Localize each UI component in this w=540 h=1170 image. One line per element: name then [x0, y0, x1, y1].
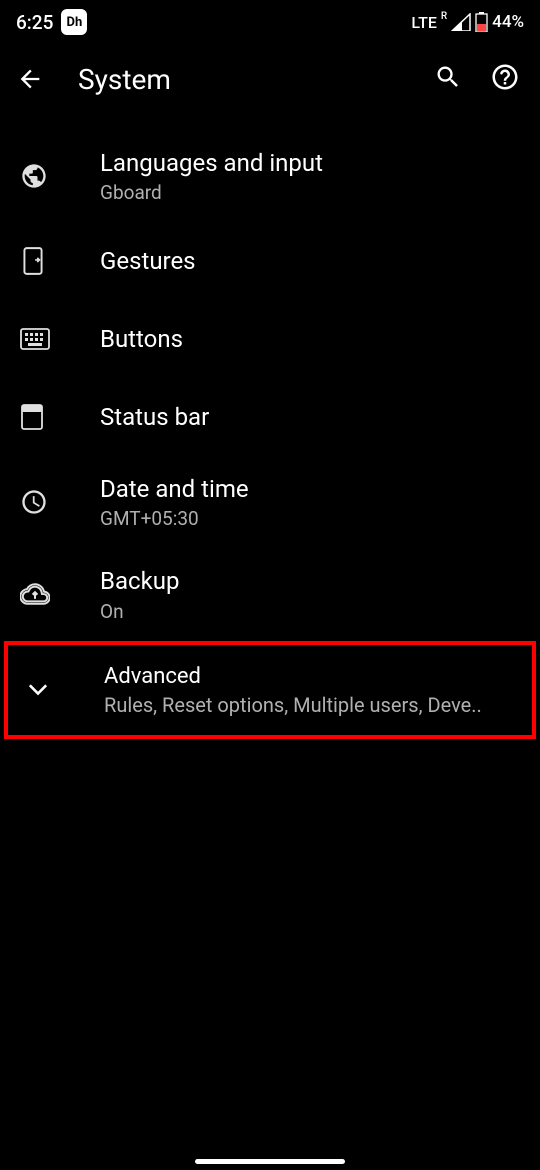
home-indicator[interactable]	[195, 1159, 345, 1164]
cloud-upload-icon	[20, 583, 50, 605]
status-right: LTE R 44%	[411, 12, 524, 32]
item-title: Status bar	[100, 402, 520, 433]
item-title: Date and time	[100, 474, 520, 505]
status-bar: 6:25 Dh LTE R 44%	[0, 0, 540, 40]
status-bar-icon	[20, 403, 44, 431]
item-gestures[interactable]: Gestures	[0, 222, 540, 300]
arrow-back-icon	[16, 65, 44, 93]
item-title: Advanced	[104, 663, 520, 692]
item-advanced[interactable]: Advanced Rules, Reset options, Multiple …	[4, 641, 536, 740]
item-languages-input[interactable]: Languages and input Gboard	[0, 130, 540, 222]
status-time: 6:25	[16, 11, 53, 34]
item-subtitle: GMT+05:30	[100, 507, 520, 530]
back-button[interactable]	[16, 65, 56, 93]
settings-list: Languages and input Gboard Gestures Butt…	[0, 116, 540, 739]
item-backup[interactable]: Backup On	[0, 548, 540, 640]
item-title: Languages and input	[100, 148, 520, 179]
help-button[interactable]	[490, 62, 520, 96]
page-title: System	[78, 63, 434, 96]
search-icon	[434, 63, 462, 91]
item-title: Backup	[100, 566, 520, 597]
chevron-down-icon	[24, 676, 52, 704]
help-icon	[490, 62, 520, 92]
item-subtitle: On	[100, 600, 520, 623]
item-buttons[interactable]: Buttons	[0, 300, 540, 378]
clock-icon	[20, 488, 48, 516]
notification-app-badge: Dh	[61, 9, 87, 35]
roaming-indicator: R	[441, 11, 447, 22]
item-title: Gestures	[100, 246, 520, 277]
battery-percent: 44%	[492, 12, 524, 32]
item-status-bar[interactable]: Status bar	[0, 378, 540, 456]
item-date-time[interactable]: Date and time GMT+05:30	[0, 456, 540, 548]
status-left: 6:25 Dh	[16, 9, 87, 35]
keyboard-icon	[20, 328, 50, 350]
item-subtitle: Rules, Reset options, Multiple users, De…	[104, 693, 520, 717]
battery-icon	[475, 12, 488, 32]
signal-icon	[451, 13, 471, 31]
app-header: System	[0, 40, 540, 116]
item-subtitle: Gboard	[100, 181, 520, 204]
item-title: Buttons	[100, 324, 520, 355]
globe-icon	[20, 162, 48, 190]
search-button[interactable]	[434, 63, 462, 95]
network-type-label: LTE	[411, 13, 436, 32]
gestures-icon	[20, 246, 46, 276]
